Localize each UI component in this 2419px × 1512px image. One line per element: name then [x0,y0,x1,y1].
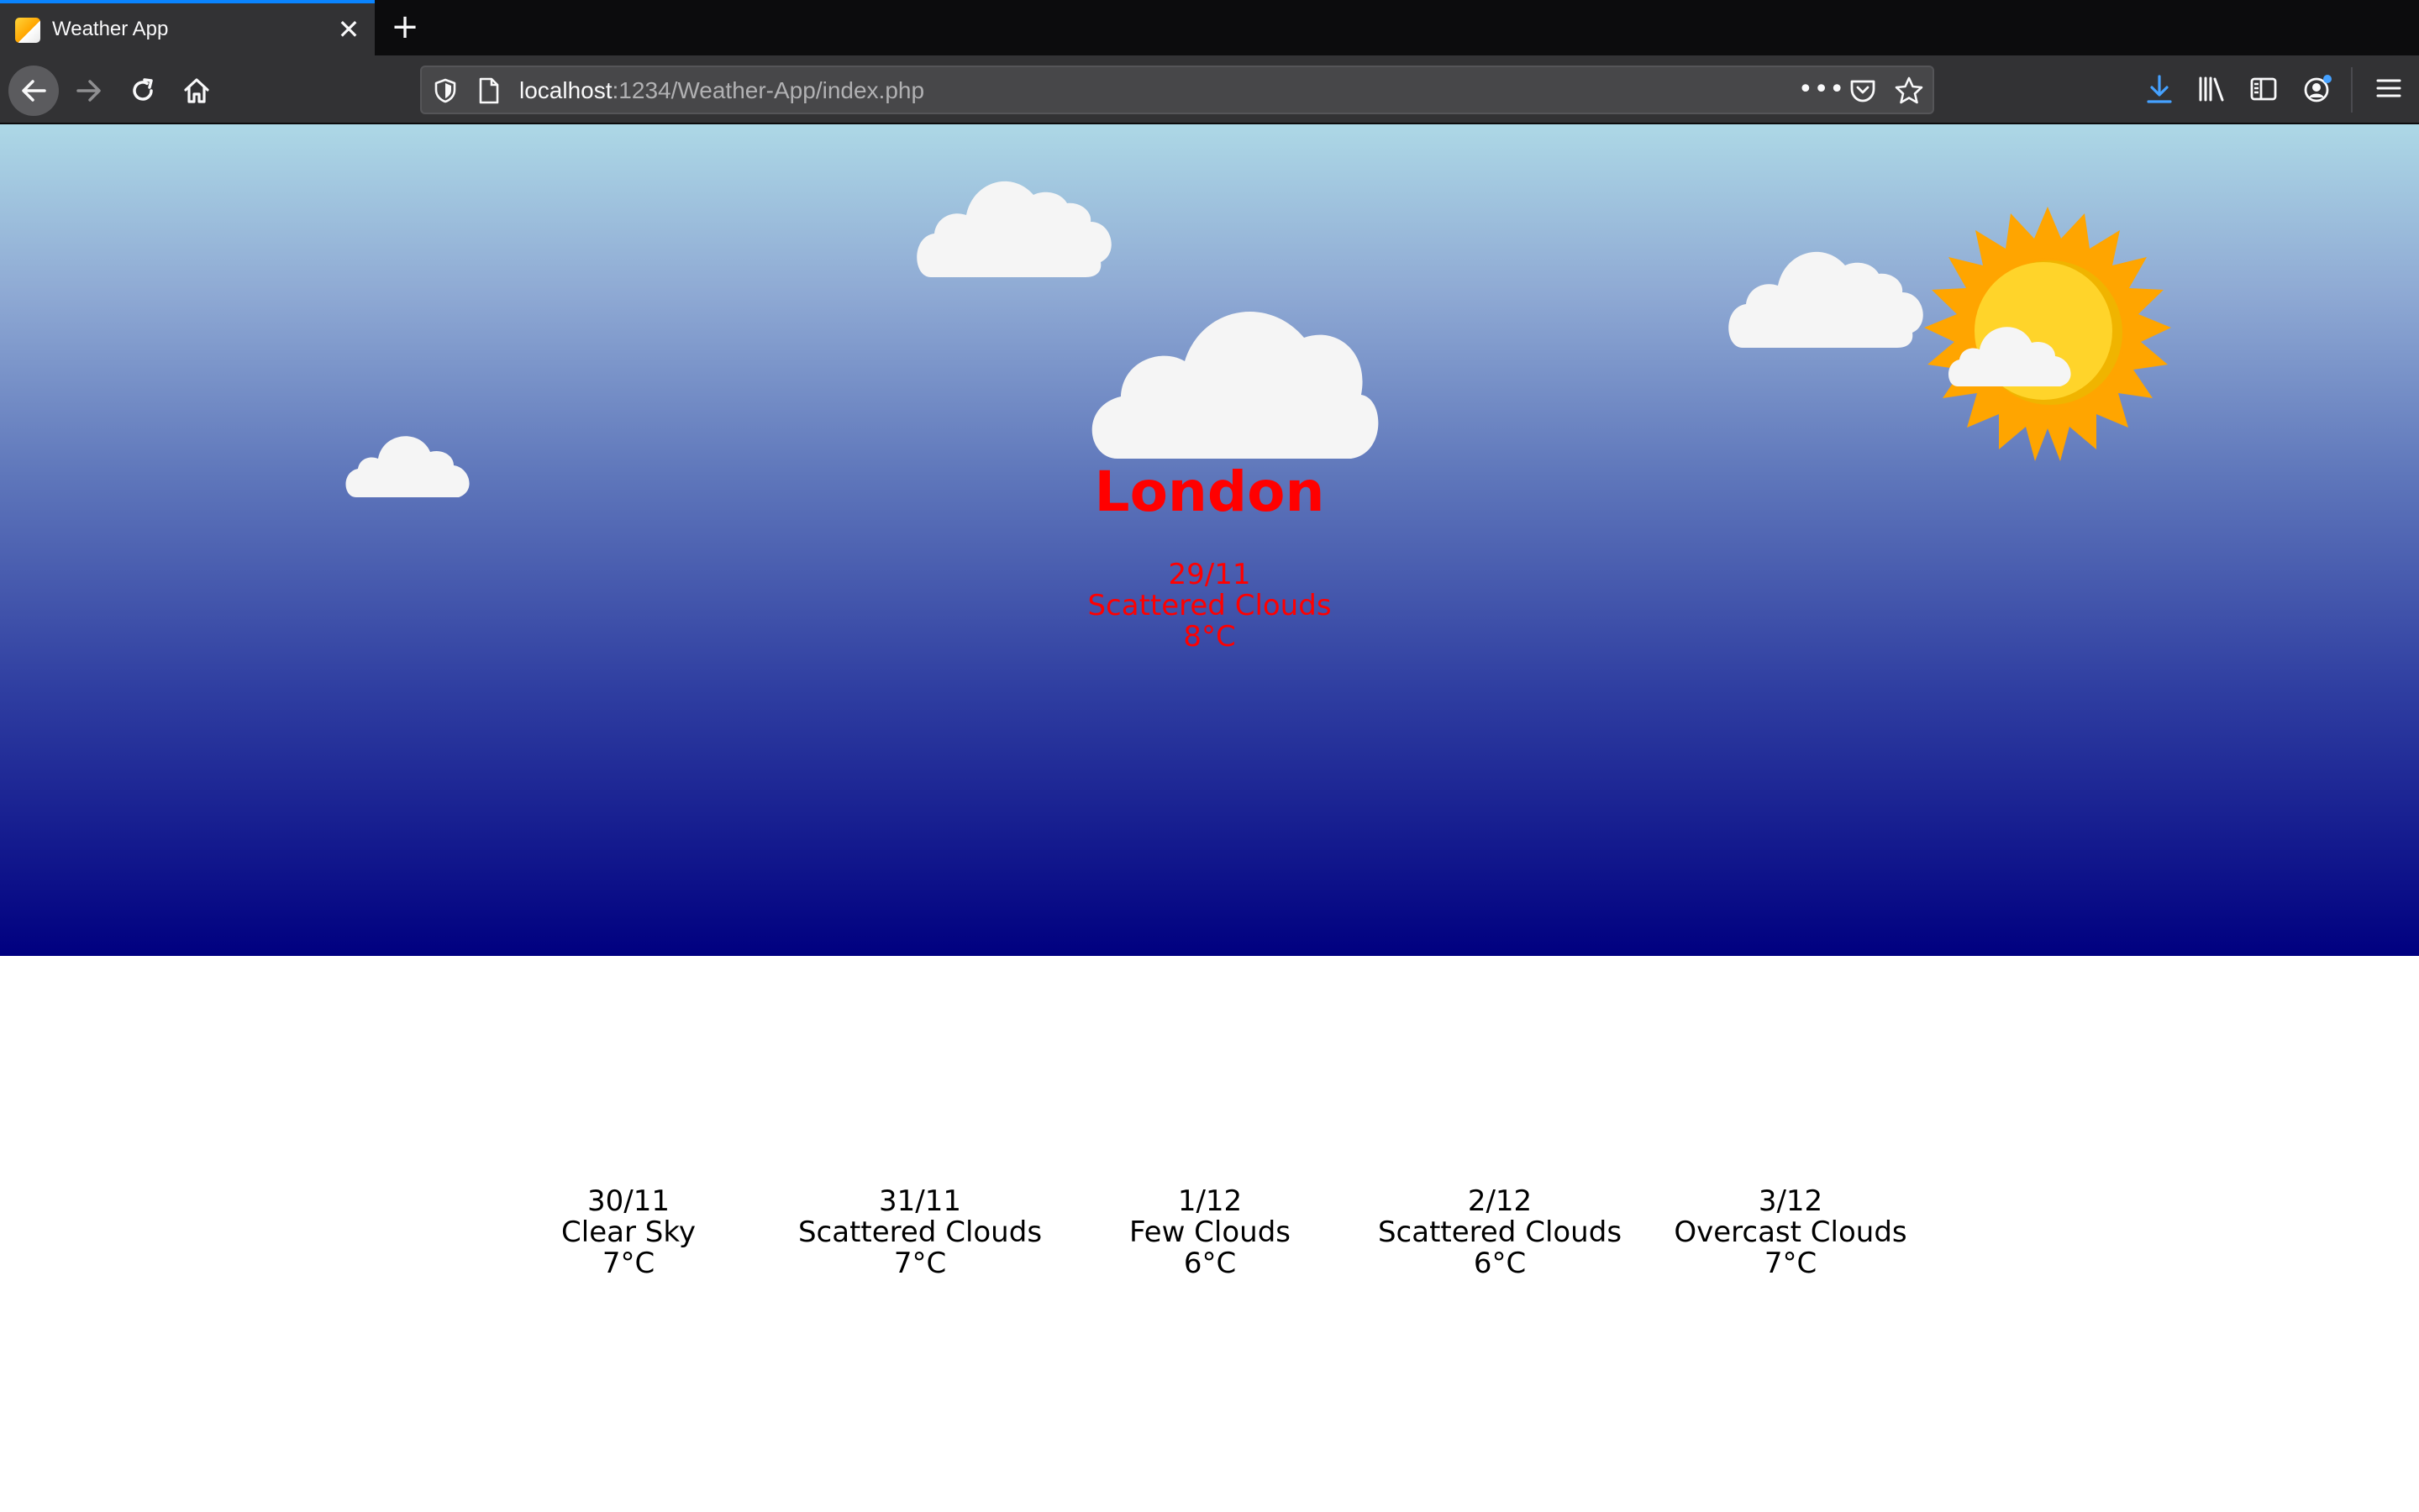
new-tab-button[interactable]: + [388,10,422,44]
tab-weather-app[interactable]: Weather App ✕ [0,0,375,55]
forecast-date: 3/12 [1758,1184,1823,1218]
forecast-date: 2/12 [1467,1184,1533,1218]
tab-strip: Weather App ✕ + [0,0,2419,55]
reload-icon [133,78,153,101]
sidebar-icon[interactable] [2248,74,2279,104]
forecast-date: 1/12 [1177,1184,1243,1218]
account-icon[interactable] [2302,74,2332,104]
forecast-temp: 7°C [1764,1247,1817,1280]
forecast-temp: 7°C [893,1247,947,1280]
tab-title: Weather App [52,18,169,40]
forecast-condition: Scattered Clouds [1377,1215,1622,1249]
cloud-icon [1728,251,1923,348]
forecast-condition: Clear Sky [561,1215,696,1249]
toolbar-separator [2351,67,2353,113]
menu-icon[interactable] [2374,74,2403,102]
forecast-day: 30/11 Clear Sky 7°C [486,1186,771,1279]
forecast-day: 3/12 Overcast Clouds 7°C [1648,1186,1933,1279]
forecast-day: 31/11 Scattered Clouds 7°C [777,1186,1063,1279]
forecast-date: 31/11 [879,1184,961,1218]
url-text[interactable]: localhost:1234/Weather-App/index.php [519,77,924,104]
forward-icon [76,80,101,102]
current-condition: Scattered Clouds [1087,589,1332,622]
close-tab-icon[interactable]: ✕ [334,15,363,44]
library-icon[interactable] [2196,74,2227,104]
url-path: :1234/Weather-App/index.php [612,77,925,103]
more-icon[interactable]: ••• [1798,76,1845,104]
navigation-toolbar: localhost:1234/Weather-App/index.php ••• [0,55,2419,124]
forecast-date: 30/11 [587,1184,670,1218]
url-host: localhost [519,77,613,103]
star-icon[interactable] [1894,76,1924,106]
forecast-condition: Scattered Clouds [797,1215,1043,1249]
forecast-temp: 6°C [1473,1247,1527,1280]
forecast-condition: Overcast Clouds [1674,1215,1907,1249]
page-icon[interactable] [477,76,501,105]
current-weather-section: London 29/11 Scattered Clouds 8°C [0,124,2419,956]
forecast-temp: 7°C [602,1247,655,1280]
forecast-list: 30/11 Clear Sky 7°C 31/11 Scattered Clou… [0,1186,2419,1287]
current-temp: 8°C [1183,620,1236,654]
forecast-condition: Few Clouds [1128,1215,1291,1249]
current-date: 29/11 [1168,558,1251,591]
home-button[interactable] [171,66,222,116]
current-weather: 29/11 Scattered Clouds 8°C [0,559,2419,653]
home-icon [184,78,209,103]
cloud-icon [1091,311,1379,459]
back-icon [22,80,46,102]
reload-button[interactable] [118,66,168,116]
download-icon[interactable] [2144,74,2174,106]
city-name: London [1094,459,1325,524]
cloud-icon [917,181,1112,277]
cloud-icon [1948,327,2071,386]
forecast-day: 2/12 Scattered Clouds 6°C [1357,1186,1643,1279]
weather-favicon-icon [15,18,40,43]
forward-button[interactable] [64,66,114,116]
url-bar[interactable]: localhost:1234/Weather-App/index.php ••• [420,66,1934,114]
back-button[interactable] [8,66,59,116]
forecast-day: 1/12 Few Clouds 6°C [1067,1186,1353,1279]
forecast-temp: 6°C [1183,1247,1237,1280]
shield-icon[interactable] [434,77,457,104]
pocket-icon[interactable] [1848,77,1877,104]
